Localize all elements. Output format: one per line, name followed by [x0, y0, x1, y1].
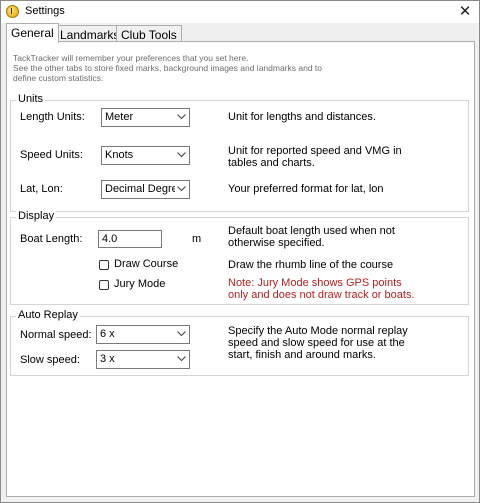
app-icon — [6, 5, 19, 18]
draw-course-desc: Draw the rhumb line of the course — [228, 259, 394, 271]
auto-replay-desc-line: start, finish and around marks. — [228, 349, 376, 361]
display-legend: Display — [16, 210, 57, 222]
chevron-down-icon — [175, 326, 189, 343]
speed-units-select[interactable]: Knots — [101, 146, 190, 165]
boat-length-label: Boat Length: — [20, 233, 83, 245]
general-tab-page: TackTracker will remember your preferenc… — [6, 41, 475, 497]
latlon-label: Lat, Lon: — [20, 183, 63, 195]
close-icon[interactable]: ✕ — [451, 1, 479, 23]
jury-mode-note-line: only and does not draw track or boats. — [228, 289, 415, 301]
draw-course-label[interactable]: Draw Course — [114, 258, 178, 270]
normal-speed-select[interactable]: 6 x — [96, 325, 190, 344]
boat-length-desc: Default boat length used when not otherw… — [228, 225, 395, 249]
intro-line: See the other tabs to store fixed marks,… — [13, 63, 323, 73]
display-group: Display Boat Length: 4.0 m Default boat … — [10, 210, 469, 305]
latlon-desc: Your preferred format for lat, lon — [228, 183, 384, 195]
title-bar: Settings ✕ — [1, 1, 479, 23]
slow-speed-label: Slow speed: — [20, 354, 80, 366]
boat-length-desc-line: Default boat length used when not — [228, 225, 395, 237]
draw-course-checkbox[interactable] — [99, 260, 109, 270]
speed-units-desc: Unit for reported speed and VMG in table… — [228, 145, 402, 169]
speed-units-desc-line: tables and charts. — [228, 157, 315, 169]
length-units-select[interactable]: Meter — [101, 108, 190, 127]
units-legend: Units — [16, 93, 46, 105]
auto-replay-desc: Specify the Auto Mode normal replay spee… — [228, 325, 408, 361]
chevron-down-icon — [175, 351, 189, 368]
tab-strip: General Landmarks Club Tools — [6, 23, 476, 43]
speed-units-desc-line: Unit for reported speed and VMG in — [228, 145, 402, 157]
normal-speed-label: Normal speed: — [20, 329, 92, 341]
tab-general[interactable]: General — [6, 23, 59, 43]
slow-speed-select[interactable]: 3 x — [96, 350, 190, 369]
auto-replay-desc-line: Specify the Auto Mode normal replay — [228, 325, 408, 337]
window-title: Settings — [25, 5, 65, 17]
boat-length-input[interactable]: 4.0 — [98, 230, 162, 248]
boat-length-unit: m — [192, 233, 202, 245]
speed-units-label: Speed Units: — [20, 149, 83, 161]
length-units-desc: Unit for lengths and distances. — [228, 111, 376, 123]
jury-mode-label[interactable]: Jury Mode — [114, 278, 165, 290]
tab-landmarks[interactable]: Landmarks — [55, 25, 125, 42]
chevron-down-icon — [175, 181, 189, 198]
intro-line: define custom statistics. — [13, 73, 104, 83]
auto-replay-desc-line: speed and slow speed for use at the — [228, 337, 405, 349]
auto-replay-group: Auto Replay Normal speed: 6 x Slow speed… — [10, 309, 469, 376]
tab-club-tools[interactable]: Club Tools — [116, 25, 182, 42]
jury-mode-note: Note: Jury Mode shows GPS points only an… — [228, 277, 415, 301]
length-units-label: Length Units: — [20, 111, 85, 123]
chevron-down-icon — [175, 109, 189, 126]
chevron-down-icon — [175, 147, 189, 164]
boat-length-desc-line: otherwise specified. — [228, 237, 325, 249]
auto-replay-legend: Auto Replay — [16, 309, 80, 321]
latlon-format-select[interactable]: Decimal Degrees — [101, 180, 190, 199]
settings-window: Settings ✕ General Landmarks Club Tools … — [0, 0, 480, 503]
intro-line: TackTracker will remember your preferenc… — [13, 53, 249, 63]
intro-text: TackTracker will remember your preferenc… — [13, 53, 343, 83]
jury-mode-note-line: Note: Jury Mode shows GPS points — [228, 277, 402, 289]
jury-mode-checkbox[interactable] — [99, 280, 109, 290]
units-group: Units Length Units: Meter Unit for lengt… — [10, 93, 469, 212]
